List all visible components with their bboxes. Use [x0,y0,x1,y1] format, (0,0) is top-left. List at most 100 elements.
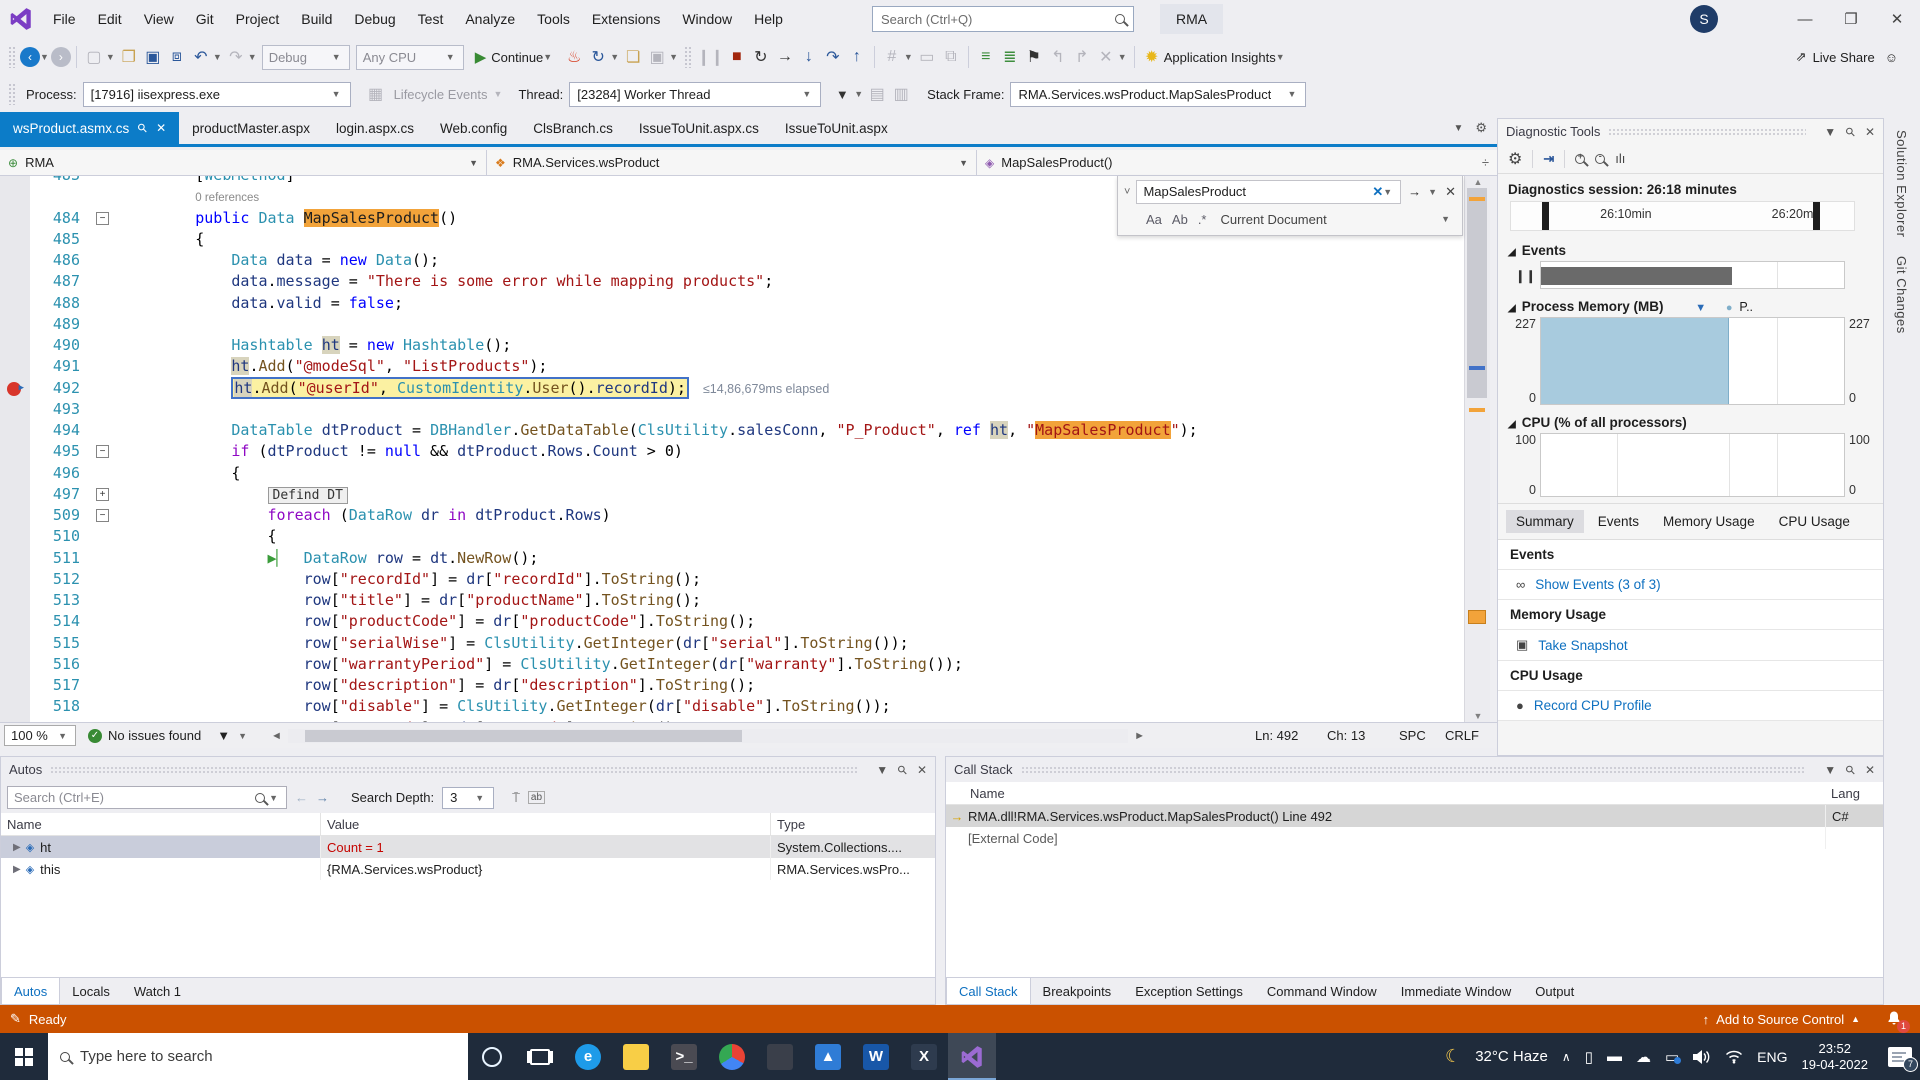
close-panel-icon[interactable]: ✕ [1865,763,1875,777]
user-avatar[interactable]: S [1690,5,1718,33]
diag-tab-summary[interactable]: Summary [1506,510,1584,533]
menu-debug[interactable]: Debug [343,0,406,38]
navigate-forward-icon[interactable]: › [51,47,71,67]
scroll-down-arrow-icon[interactable]: ▼ [1465,711,1491,721]
file-explorer-taskbar-button[interactable] [612,1033,660,1080]
sync-solution-icon[interactable]: ▣ [646,44,668,70]
menu-analyze[interactable]: Analyze [454,0,526,38]
pause-events-icon[interactable]: ❙❙ [1515,268,1536,283]
memory-section-header[interactable]: ◢Process Memory (MB) ▼ ● P.. [1498,293,1883,317]
menu-window[interactable]: Window [671,0,743,38]
solution-explorer-tab[interactable]: Solution Explorer [1894,130,1909,238]
find-next-options-chevron-icon[interactable]: ▼ [1428,187,1437,197]
pin-values-icon[interactable]: ⍑ [512,790,520,806]
callstack-column-lang[interactable]: Lang [1825,782,1883,804]
next-bookmark-icon[interactable]: ↱ [1071,44,1093,70]
stack-frame-select[interactable]: RMA.Services.wsProduct.MapSalesProduct▼ [1010,82,1306,107]
pane-tab-autos[interactable]: Autos [1,978,60,1004]
cpu-section-header[interactable]: ◢CPU (% of all processors) [1498,409,1883,433]
edge-taskbar-button[interactable]: e [564,1033,612,1080]
save-icon[interactable]: ▣ [142,44,164,70]
menu-help[interactable]: Help [743,0,794,38]
expand-region-icon[interactable]: + [96,488,109,501]
pin-tab-icon[interactable]: ⚲ [135,120,151,136]
autos-column-type[interactable]: Type [771,813,935,835]
zoom-select[interactable]: 100 %▼ [4,725,76,746]
regex-toggle[interactable]: .* [1198,212,1207,227]
prev-bookmark-icon[interactable]: ↰ [1047,44,1069,70]
bookmark-icon[interactable]: ⚑ [1023,44,1045,70]
timeline-selection-start[interactable] [1542,202,1549,230]
thread-select[interactable]: [23284] Worker Thread▼ [569,82,821,107]
chrome-taskbar-button[interactable] [708,1033,756,1080]
autos-column-name[interactable]: Name [1,813,321,835]
pane-tab-call-stack[interactable]: Call Stack [946,978,1031,1004]
dropdown-chevron-icon[interactable]: ▼ [248,52,257,62]
find-scope-select[interactable]: Current Document▼ [1216,212,1456,227]
close-find-icon[interactable]: ✕ [1445,184,1456,200]
code-line[interactable]: 517 row["description"] = dr["description… [0,675,1464,696]
code-line[interactable]: 512 row["recordId"] = dr["recordId"].ToS… [0,569,1464,590]
show-next-statement-icon[interactable]: → [774,44,796,70]
application-insights-button[interactable]: ✹Application Insights▼ [1140,44,1287,70]
menu-test[interactable]: Test [407,0,455,38]
tab-IssueToUnit.aspx.cs[interactable]: IssueToUnit.aspx.cs [626,112,772,144]
export-icon[interactable]: ⇥ [1543,151,1554,167]
perf-tip[interactable]: ≤14,86,679ms elapsed [703,382,829,396]
pane-tab-breakpoints[interactable]: Breakpoints [1031,978,1124,1004]
tab-productMaster.aspx[interactable]: productMaster.aspx [179,112,323,144]
format-values-icon[interactable]: ab [528,791,545,804]
tabstrip-settings-icon[interactable]: ⚙ [1475,120,1487,136]
diagnostics-timeline[interactable]: 26:10min 26:20mi [1510,201,1855,231]
close-panel-icon[interactable]: ✕ [1865,125,1875,139]
process-select[interactable]: [17916] iisexpress.exe▼ [83,82,351,107]
whole-word-toggle[interactable]: Ab [1172,212,1188,227]
show-flagged-only-icon[interactable]: ▥ [890,81,912,107]
dropdown-chevron-icon[interactable]: ▼ [213,52,222,62]
clear-search-icon[interactable]: ✕ [1372,184,1383,200]
callstack-column-name[interactable]: Name [946,782,1825,804]
display-cast-icon[interactable]: ▭ [1665,1048,1679,1066]
navigate-backward-icon[interactable]: ‹ [20,47,40,67]
find-next-icon[interactable]: → [1408,184,1421,199]
autos-search-input[interactable]: Search (Ctrl+E) ▼ [7,786,287,809]
visual-studio-taskbar-button[interactable] [948,1033,996,1080]
find-input[interactable]: MapSalesProduct ✕ ▼ [1136,180,1401,204]
search-forward-icon[interactable]: → [316,790,329,805]
code-line[interactable]: 516 row["warrantyPeriod"] = ClsUtility.G… [0,654,1464,675]
autos-row-this[interactable]: ▶◈this{RMA.Services.wsProduct}RMA.Servic… [1,858,935,880]
restart-icon[interactable]: ↻ [587,44,609,70]
toolbar-grip[interactable] [8,46,16,68]
hidden-icons-chevron-icon[interactable]: ∧ [1562,1050,1571,1064]
code-line[interactable]: 486 Data data = new Data(); [0,250,1464,271]
menu-project[interactable]: Project [225,0,291,38]
word-taskbar-button[interactable]: W [852,1033,900,1080]
app-dark-taskbar-button[interactable] [756,1033,804,1080]
uncomment-icon[interactable]: ⧉ [940,44,962,70]
menu-view[interactable]: View [133,0,185,38]
pane-tab-command-window[interactable]: Command Window [1255,978,1389,1004]
scroll-left-arrow-icon[interactable]: ◄ [271,730,282,742]
zoom-in-icon[interactable]: + [1575,154,1585,164]
code-line[interactable]: 493 [0,399,1464,420]
code-line[interactable]: 509− foreach (DataRow dr in dtProduct.Ro… [0,505,1464,526]
expand-variable-icon[interactable]: ▶ [13,842,21,853]
code-line[interactable]: 487 data.message = "There is some error … [0,271,1464,292]
pin-icon[interactable]: ⚲ [1842,761,1858,777]
pin-icon[interactable]: ⚲ [894,761,910,777]
dropdown-chevron-icon[interactable]: ▼ [1118,52,1127,62]
line-number-icon[interactable]: # [881,44,903,70]
code-line[interactable]: 510 { [0,526,1464,547]
pin-icon[interactable]: ⚲ [1842,123,1858,139]
search-history-chevron-icon[interactable]: ▼ [1383,187,1392,197]
quick-search-input[interactable]: Search (Ctrl+Q) [872,6,1134,32]
breadcrumb-project-dropdown[interactable]: ⊕ RMA▼ [0,150,487,175]
summary-link-record-cpu-profile[interactable]: ●Record CPU Profile [1498,691,1883,721]
maximize-button[interactable]: ❐ [1828,0,1874,38]
pane-tab-watch-1[interactable]: Watch 1 [122,978,193,1004]
flag-threads-icon[interactable]: ▤ [866,81,888,107]
taskbar-clock[interactable]: 23:52 19-04-2022 [1802,1041,1869,1073]
tab-login.aspx.cs[interactable]: login.aspx.cs [323,112,427,144]
summary-link-show-events-3-of-3-[interactable]: ∞Show Events (3 of 3) [1498,570,1883,600]
onedrive-cloud-icon[interactable]: ☁ [1636,1048,1651,1066]
